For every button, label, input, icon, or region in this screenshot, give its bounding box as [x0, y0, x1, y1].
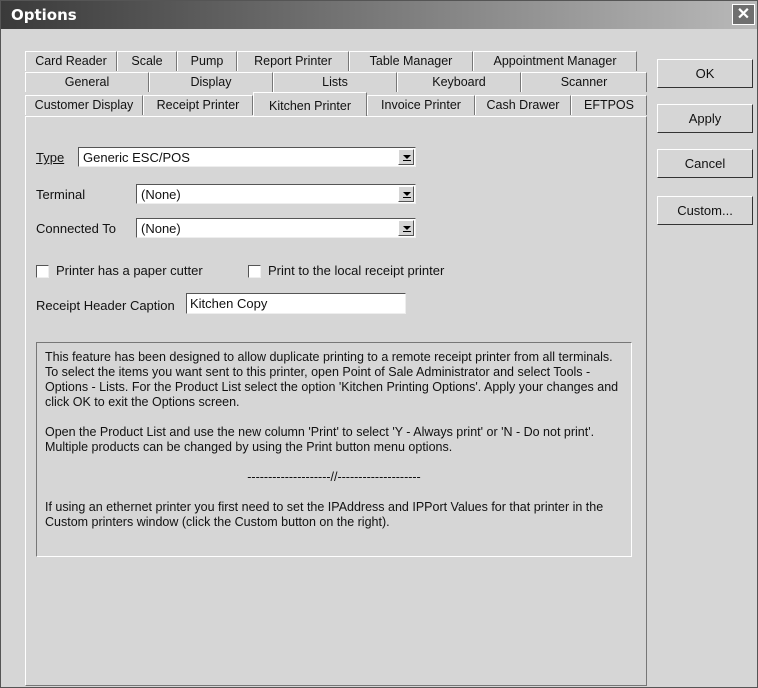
info-paragraph-2: Open the Product List and use the new co… [45, 425, 595, 454]
tab-table-manager[interactable]: Table Manager [349, 51, 473, 71]
tab-scanner[interactable]: Scanner [521, 72, 647, 92]
terminal-select[interactable]: (None) [136, 184, 416, 204]
close-icon[interactable]: ✕ [732, 4, 755, 25]
info-paragraph-3: If using an ethernet printer you first n… [45, 500, 604, 529]
type-select-value: Generic ESC/POS [83, 150, 190, 165]
connected-to-select[interactable]: (None) [136, 218, 416, 238]
info-separator: --------------------//------------------… [247, 470, 421, 484]
tab-row-2: General Display Lists Keyboard Scanner [25, 72, 647, 92]
chevron-down-icon[interactable] [398, 149, 414, 165]
header-caption-value: Kitchen Copy [190, 296, 268, 311]
chevron-down-icon[interactable] [398, 186, 414, 202]
terminal-label: Terminal [36, 187, 86, 202]
tab-scale[interactable]: Scale [117, 51, 177, 71]
apply-button[interactable]: Apply [657, 104, 753, 133]
type-label: Type [36, 150, 65, 165]
cancel-button[interactable]: Cancel [657, 149, 753, 178]
info-text-box: This feature has been designed to allow … [36, 342, 632, 557]
tab-receipt-printer[interactable]: Receipt Printer [143, 95, 253, 115]
header-caption-label: Receipt Header Caption [36, 298, 175, 313]
connected-to-select-value: (None) [141, 221, 181, 236]
tab-lists[interactable]: Lists [273, 72, 397, 92]
tab-row-1: Card Reader Scale Pump Report Printer Ta… [25, 51, 647, 71]
tab-pump[interactable]: Pump [177, 51, 237, 71]
tab-card-reader[interactable]: Card Reader [25, 51, 117, 71]
tab-kitchen-printer[interactable]: Kitchen Printer [253, 92, 367, 116]
tab-customer-display[interactable]: Customer Display [25, 95, 143, 115]
terminal-select-value: (None) [141, 187, 181, 202]
kitchen-printer-panel: Type Generic ESC/POS Terminal (None) Con… [25, 116, 647, 686]
local-printer-label[interactable]: Print to the local receipt printer [268, 263, 444, 278]
connected-to-label: Connected To [36, 221, 116, 236]
chevron-down-icon[interactable] [398, 220, 414, 236]
type-select[interactable]: Generic ESC/POS [78, 147, 416, 167]
paper-cutter-label[interactable]: Printer has a paper cutter [56, 263, 203, 278]
tab-eftpos[interactable]: EFTPOS [571, 95, 647, 115]
tab-keyboard[interactable]: Keyboard [397, 72, 521, 92]
title-bar[interactable]: Options ✕ [1, 1, 757, 29]
tab-cash-drawer[interactable]: Cash Drawer [475, 95, 571, 115]
tab-invoice-printer[interactable]: Invoice Printer [367, 95, 475, 115]
header-caption-input[interactable]: Kitchen Copy [186, 293, 406, 314]
tab-appointment-manager[interactable]: Appointment Manager [473, 51, 637, 71]
options-dialog: Options ✕ Card Reader Scale Pump Report … [0, 0, 758, 688]
ok-button[interactable]: OK [657, 59, 753, 88]
tab-display[interactable]: Display [149, 72, 273, 92]
tab-general[interactable]: General [25, 72, 149, 92]
tab-row-3: Customer Display Receipt Printer Kitchen… [25, 92, 647, 116]
info-paragraph-1: This feature has been designed to allow … [45, 350, 619, 409]
tab-report-printer[interactable]: Report Printer [237, 51, 349, 71]
custom-button[interactable]: Custom... [657, 196, 753, 225]
window-title: Options [11, 6, 77, 24]
local-printer-checkbox[interactable] [248, 265, 261, 278]
paper-cutter-checkbox[interactable] [36, 265, 49, 278]
